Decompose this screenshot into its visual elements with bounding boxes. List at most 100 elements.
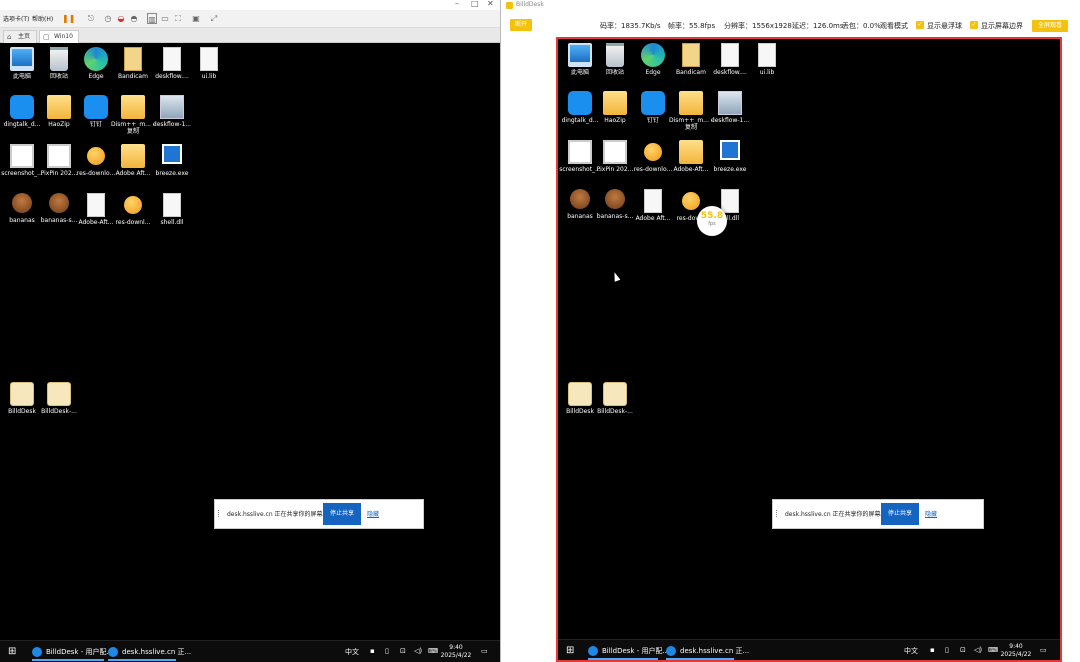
screenshot-icon	[568, 140, 592, 164]
vm-title-bar: – □ ✕	[0, 0, 500, 10]
show-screen-border-label[interactable]: 显示屏幕边界	[981, 21, 1023, 31]
windows-start-icon[interactable]: ⊞	[566, 646, 576, 656]
fullscreen-icon[interactable]: ⛶	[173, 13, 183, 24]
desktop-icon[interactable]: BilldDesk-...	[37, 382, 81, 415]
desktop-icon[interactable]: shell.dll	[150, 193, 194, 226]
desktop-icon[interactable]: ui.lib	[745, 43, 789, 76]
fps-float-ball[interactable]: 55.8 fps	[697, 206, 727, 236]
send-keys-icon[interactable]: ⎋	[86, 13, 96, 24]
maximize-button[interactable]: □	[471, 0, 479, 9]
sidebar-icon[interactable]: ▥	[147, 13, 157, 24]
bandicam-icon	[124, 47, 142, 71]
breeze-icon	[162, 144, 182, 164]
bandicam-icon	[682, 43, 700, 67]
drag-handle[interactable]	[776, 510, 778, 517]
share-banner-text: desk.hsslive.cn 正在共享你的屏幕。	[785, 511, 887, 518]
menu-help[interactable]: 帮助(H)	[32, 14, 53, 23]
monkey-icon	[12, 193, 32, 213]
input-method-indicator[interactable]: 中文	[904, 646, 918, 656]
view-mode-button[interactable]: 观看模式	[880, 21, 908, 31]
icon-label: breeze.exe	[713, 166, 747, 173]
remote-desktop-view[interactable]: 此电脑 回收站 Edge Bandicam deskflow.... ui.li…	[556, 37, 1062, 662]
desktop-icon[interactable]: breeze.exe	[150, 144, 194, 177]
tray-icon[interactable]: ▯	[385, 647, 389, 655]
taskbar-app-browser[interactable]: desk.hsslive.cn 正...	[108, 643, 191, 661]
notification-icon[interactable]: ▭	[1040, 646, 1047, 654]
icon-label: shell.dll	[160, 219, 184, 226]
disconnect-button[interactable]: 断开	[510, 19, 532, 31]
snapshot-icon[interactable]: ◷	[103, 13, 113, 24]
desktop-icon[interactable]: deskflow-1...	[150, 95, 194, 128]
show-float-ball-label[interactable]: 显示悬浮球	[927, 21, 962, 31]
icon-label: Bandicam	[118, 73, 148, 80]
desktop-icon[interactable]: res-downl...	[111, 193, 155, 226]
stop-share-button[interactable]: 停止共享	[323, 503, 361, 525]
keyboard-icon[interactable]: ⌨	[988, 646, 998, 654]
tray-app-icon[interactable]: ▪	[370, 647, 375, 655]
taskbar-app-billddesk[interactable]: BilldDesk - 用户配...	[32, 643, 113, 661]
billddesk-window: BilldDesk 断开 码率：1835.7Kb/s 帧率：55.8fps 分辨…	[502, 0, 1080, 662]
desktop-icon[interactable]: Dism++_m... - 复制	[669, 91, 713, 131]
notification-icon[interactable]: ▭	[481, 647, 488, 655]
network-icon[interactable]: ⊡	[960, 646, 966, 654]
checkbox-checked-icon[interactable]: ✓	[970, 21, 978, 29]
unity-icon[interactable]: ▣	[191, 13, 201, 24]
billddesk-icon	[32, 647, 42, 657]
tray-icon[interactable]: ▯	[945, 646, 949, 654]
stretch-icon[interactable]: ⤢	[209, 13, 219, 24]
tab-label: Win10	[54, 33, 73, 40]
stop-share-button[interactable]: 停止共享	[881, 503, 919, 525]
desktop-icon[interactable]: ui.lib	[187, 47, 231, 80]
desktop-icon[interactable]: Bandicam	[111, 47, 155, 80]
desktop-icon[interactable]: Adobe Aft...	[111, 144, 155, 177]
desktop-icon[interactable]: Bandicam	[669, 43, 713, 76]
hide-banner-link[interactable]: 隐藏	[925, 509, 937, 518]
icon-label: Dism++_m... - 复制	[669, 117, 713, 131]
orange-icon	[682, 192, 700, 210]
desktop-icon[interactable]: breeze.exe	[708, 140, 752, 173]
minimize-button[interactable]: –	[455, 0, 459, 9]
input-method-indicator[interactable]: 中文	[345, 647, 359, 657]
icon-label: ui.lib	[759, 69, 775, 76]
folder-icon	[47, 95, 71, 119]
taskbar-clock[interactable]: 9:40 2025/4/22	[438, 644, 474, 660]
menu-tabs[interactable]: 选项卡(T)	[3, 14, 29, 23]
folder-icon	[679, 91, 703, 115]
revert-icon[interactable]: ◒	[116, 13, 126, 24]
fullscreen-view-button[interactable]: 全屏观看	[1032, 20, 1068, 32]
clock-date: 2025/4/22	[1000, 651, 1032, 658]
hide-banner-link[interactable]: 隐藏	[367, 509, 379, 518]
icon-label: breeze.exe	[155, 170, 189, 177]
recycle-bin-icon	[606, 43, 624, 67]
volume-icon[interactable]: ◁)	[974, 646, 982, 654]
icon-label: res-downl...	[115, 219, 151, 226]
close-button[interactable]: ✕	[487, 0, 494, 9]
desktop-icon[interactable]: deskflow-1...	[708, 91, 752, 124]
desktop-icon[interactable]: BilldDesk-...	[593, 382, 637, 415]
billddesk-icon	[603, 382, 627, 406]
icon-label: BilldDesk-...	[41, 408, 77, 415]
home-icon: ⌂	[7, 33, 12, 41]
keyboard-icon[interactable]: ⌨	[428, 647, 438, 655]
manager-icon[interactable]: ◓	[129, 13, 139, 24]
desktop-icon[interactable]: Dism++_m... - 复制	[111, 95, 155, 135]
vm-icon: ▢	[43, 33, 50, 41]
tab-home[interactable]: ⌂ 主页	[3, 30, 37, 43]
tray-app-icon[interactable]: ▪	[930, 646, 935, 654]
pause-icon[interactable]: ❚❚	[62, 13, 75, 24]
console-icon[interactable]: ▭	[160, 13, 170, 24]
checkbox-checked-icon[interactable]: ✓	[916, 21, 924, 29]
vm-tab-bar: ⌂ 主页 ▢ Win10	[0, 28, 500, 43]
tab-win10[interactable]: ▢ Win10	[39, 30, 79, 43]
taskbar-app-browser[interactable]: desk.hsslive.cn 正...	[666, 642, 749, 660]
billddesk-icon	[588, 646, 598, 656]
desktop-icon[interactable]: Adobe-Aft...	[669, 140, 713, 173]
icon-label: deskflow-1...	[710, 117, 750, 124]
taskbar-clock[interactable]: 9:40 2025/4/22	[998, 643, 1034, 659]
volume-icon[interactable]: ◁)	[414, 647, 422, 655]
taskbar-app-billddesk[interactable]: BilldDesk - 用户配...	[588, 642, 669, 660]
network-icon[interactable]: ⊡	[400, 647, 406, 655]
drag-handle[interactable]	[218, 510, 220, 517]
windows-start-icon[interactable]: ⊞	[8, 647, 18, 657]
installer-icon	[718, 91, 742, 115]
